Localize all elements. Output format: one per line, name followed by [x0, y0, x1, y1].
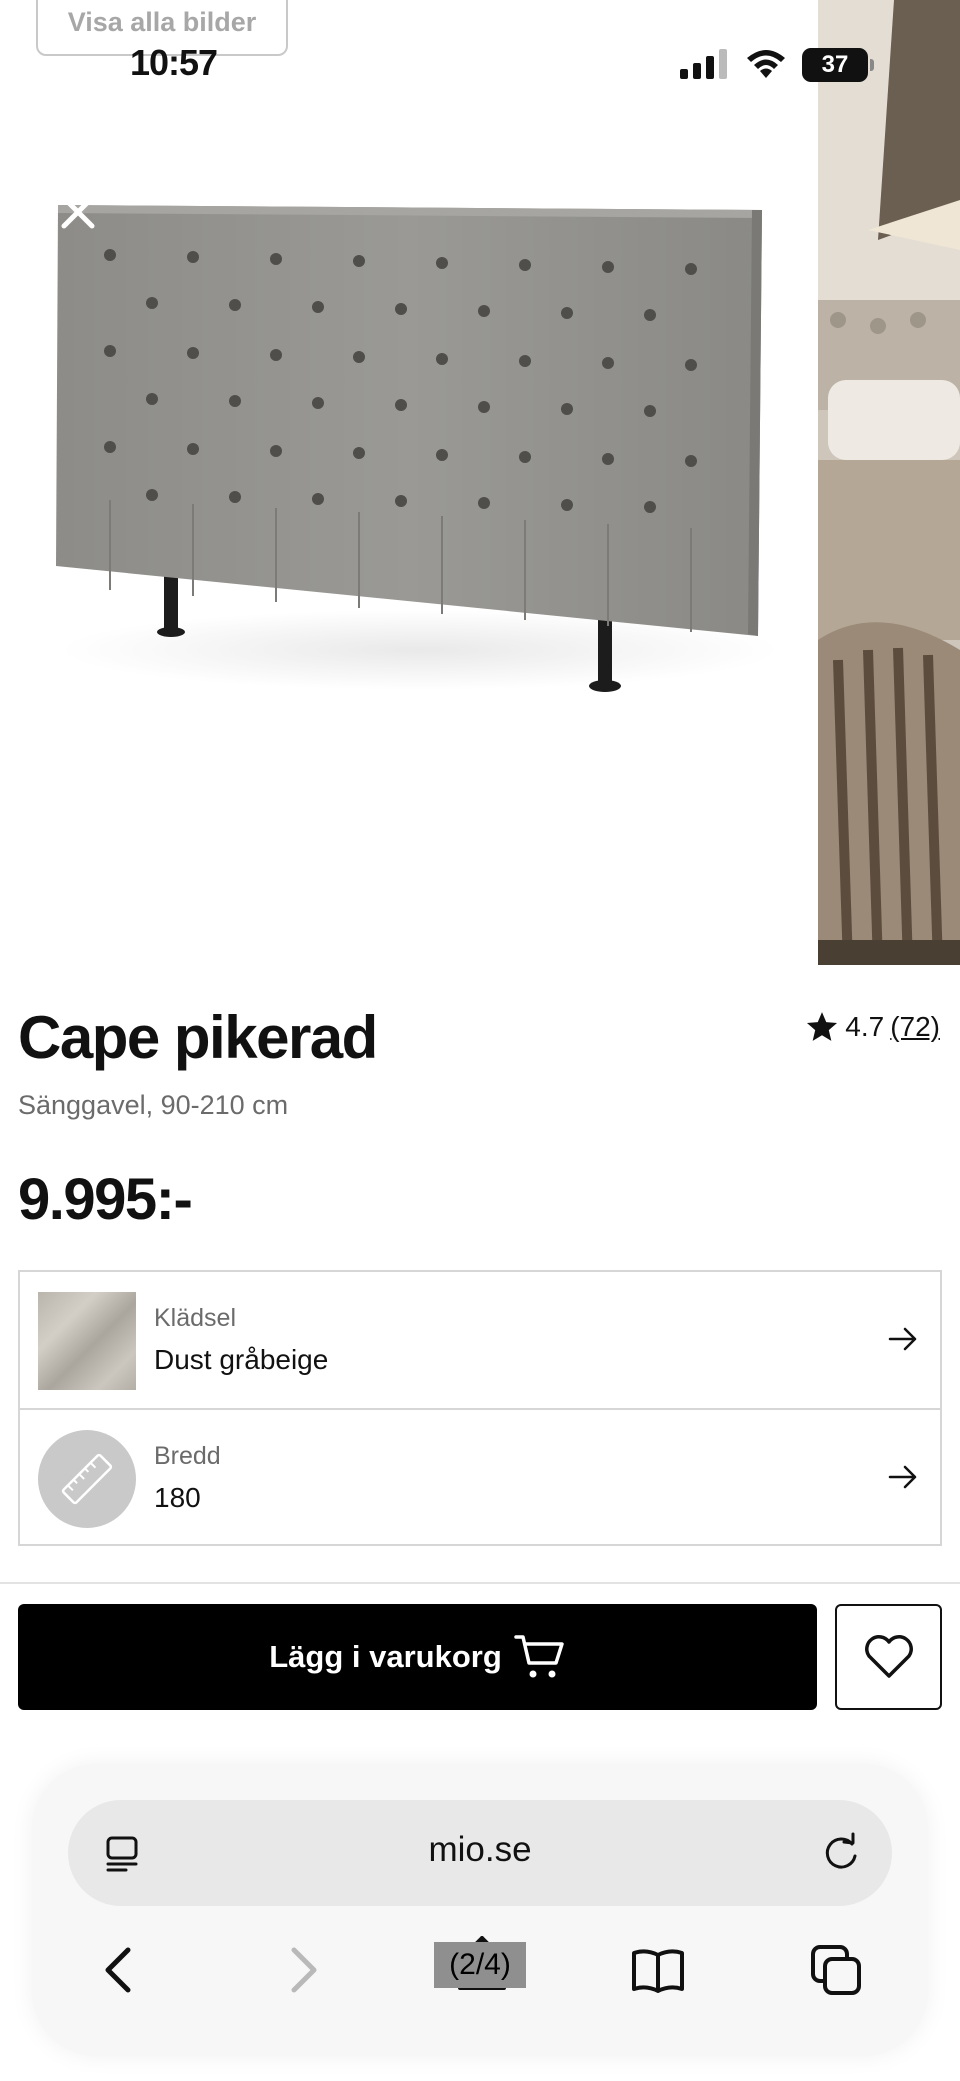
divider: [0, 1582, 960, 1584]
tuft-button: [561, 499, 573, 511]
tuft-button: [187, 251, 199, 263]
tuft-button: [104, 345, 116, 357]
tuft-button: [146, 297, 158, 309]
share-button[interactable]: (2/4): [434, 1936, 530, 1990]
tuft-button: [270, 253, 282, 265]
option-width[interactable]: Bredd 180: [20, 1408, 940, 1544]
tuft-button: [187, 347, 199, 359]
add-to-cart-label: Lägg i varukorg: [269, 1639, 502, 1674]
tuft-button: [353, 447, 365, 459]
star-icon: [807, 1012, 838, 1041]
fabric-swatch: [38, 1292, 136, 1390]
tuft-button: [478, 401, 490, 413]
tuft-button: [395, 495, 407, 507]
tuft-button: [395, 399, 407, 411]
status-icons: 37: [678, 46, 874, 84]
browser-toolbar: mio.se (2/4): [32, 1764, 928, 2056]
tuft-button: [519, 451, 531, 463]
tuft-button: [478, 305, 490, 317]
tuft-button: [436, 449, 448, 461]
wifi-icon: [747, 50, 785, 78]
product-options: Klädsel Dust gråbeige Bredd 180: [18, 1270, 942, 1546]
tuft-button: [312, 397, 324, 409]
back-icon[interactable]: [90, 1942, 146, 1998]
tuft-button: [561, 403, 573, 415]
product-title: Cape pikerad: [18, 1004, 378, 1071]
tuft-button: [685, 263, 697, 275]
tuft-button: [436, 257, 448, 269]
forward-icon[interactable]: [276, 1942, 332, 1998]
close-icon[interactable]: [56, 190, 100, 234]
tuft-button: [519, 259, 531, 271]
option-value: Dust gråbeige: [154, 1344, 329, 1375]
bookmarks-icon[interactable]: [630, 1942, 686, 1998]
show-all-images-label: Visa alla bilder: [67, 7, 257, 37]
tuft-button: [353, 351, 365, 363]
tuft-button: [685, 359, 697, 371]
option-value: 180: [154, 1482, 201, 1513]
option-label: Bredd: [154, 1442, 221, 1470]
arrow-right-icon: [888, 1327, 917, 1351]
tuft-button: [561, 307, 573, 319]
battery-indicator: 37: [802, 48, 874, 82]
rating-value: 4.7: [845, 1011, 885, 1042]
tuft-button: [644, 309, 656, 321]
wishlist-button[interactable]: [835, 1604, 942, 1710]
tuft-button: [104, 249, 116, 261]
review-count-link[interactable]: (72): [890, 1011, 940, 1043]
tuft-button: [644, 501, 656, 513]
tuft-button: [602, 357, 614, 369]
tuft-button: [353, 255, 365, 267]
tuft-button: [104, 441, 116, 453]
tuft-button: [187, 443, 199, 455]
tuft-button: [146, 393, 158, 405]
add-to-cart-button[interactable]: Lägg i varukorg: [18, 1604, 817, 1710]
status-time: 10:57: [130, 42, 218, 83]
ruler-icon: [38, 1430, 136, 1528]
tuft-button: [602, 261, 614, 273]
product-subtitle: Sänggavel, 90-210 cm: [18, 1090, 289, 1120]
tuft-button: [270, 445, 282, 457]
image-counter-overlay: (2/4): [434, 1942, 526, 1988]
option-label: Klädsel: [154, 1304, 236, 1332]
tuft-button: [229, 395, 241, 407]
tuft-button: [312, 493, 324, 505]
tuft-button: [602, 453, 614, 465]
option-upholstery[interactable]: Klädsel Dust gråbeige: [20, 1272, 940, 1408]
product-image: [0, 0, 818, 965]
tuft-button: [270, 349, 282, 361]
tuft-button: [229, 491, 241, 503]
arrow-right-icon: [888, 1465, 917, 1489]
headboard-illustration: [56, 205, 780, 692]
tuft-button: [519, 355, 531, 367]
tuft-button: [644, 405, 656, 417]
tuft-button: [436, 353, 448, 365]
product-price: 9.995:-: [18, 1167, 193, 1232]
tuft-button: [312, 301, 324, 313]
tuft-button: [685, 455, 697, 467]
url-text[interactable]: mio.se: [68, 1830, 892, 1870]
tuft-button: [395, 303, 407, 315]
tuft-button: [229, 299, 241, 311]
tuft-button: [146, 489, 158, 501]
image-gallery[interactable]: [0, 0, 960, 965]
product-rating[interactable]: 4.7 (72): [805, 1010, 940, 1044]
address-bar[interactable]: mio.se: [68, 1800, 892, 1906]
next-gallery-image[interactable]: [818, 0, 960, 965]
heart-icon: [864, 1635, 913, 1678]
reload-icon[interactable]: [820, 1832, 862, 1874]
cart-icon: [514, 1635, 564, 1678]
tabs-icon[interactable]: [808, 1942, 864, 1998]
tuft-button: [478, 497, 490, 509]
signal-icon: [680, 49, 727, 79]
